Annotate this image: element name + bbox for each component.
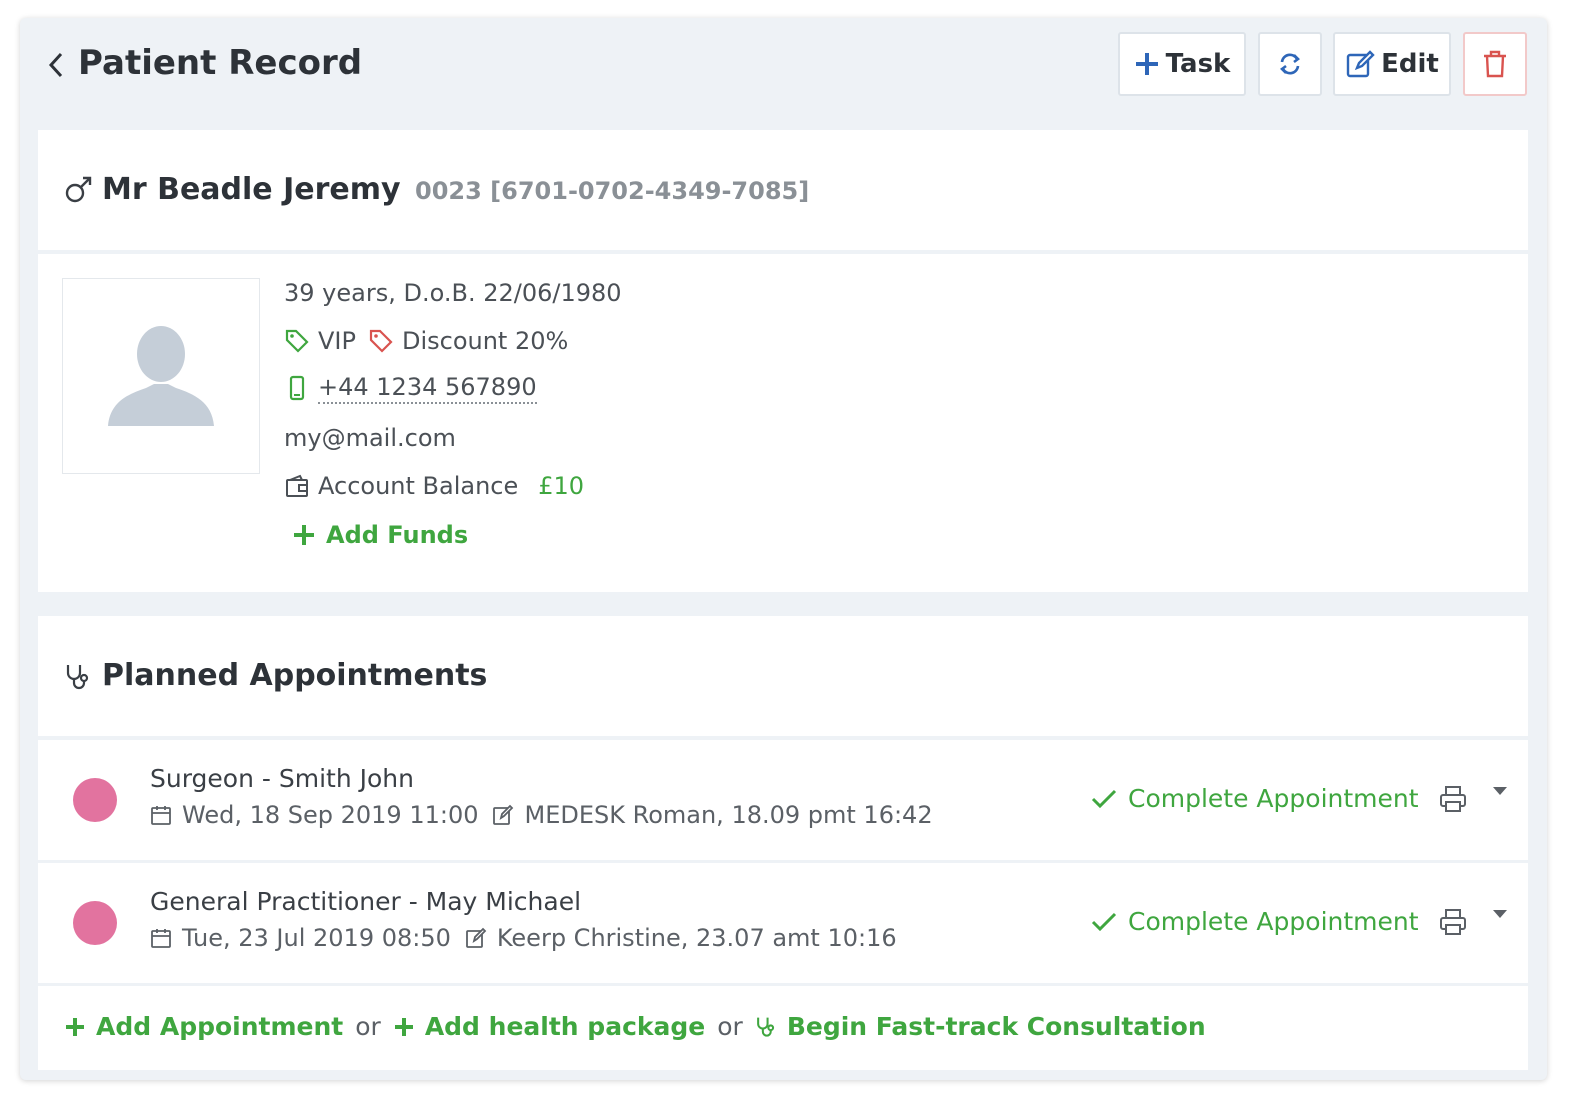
sync-button[interactable] bbox=[1258, 32, 1322, 96]
appointment-meta: Wed, 18 Sep 2019 11:00 MEDESK Roman, 18.… bbox=[150, 798, 933, 832]
appointment-title[interactable]: Surgeon - Smith John bbox=[150, 762, 414, 796]
complete-appointment-button[interactable]: Complete Appointment bbox=[1090, 782, 1419, 816]
stethoscope-icon bbox=[756, 1017, 774, 1037]
task-button-label: Task bbox=[1165, 49, 1231, 79]
plus-icon bbox=[1135, 53, 1158, 75]
status-dot bbox=[73, 901, 117, 945]
patient-name: Mr Beadle Jeremy bbox=[102, 172, 401, 207]
age-dob: 39 years, D.o.B. 22/06/1980 bbox=[284, 279, 622, 307]
edit-icon bbox=[465, 927, 487, 948]
appointment-row: Surgeon - Smith John Wed, 18 Sep 2019 11… bbox=[38, 740, 1528, 860]
phone-link[interactable]: +44 1234 567890 bbox=[318, 372, 537, 404]
check-icon bbox=[1091, 912, 1117, 932]
complete-label: Complete Appointment bbox=[1128, 784, 1419, 813]
balance-amount: £10 bbox=[538, 472, 585, 500]
add-task-button[interactable]: Task bbox=[1118, 32, 1246, 96]
appointments-footer: Add Appointment or Add health package or… bbox=[38, 986, 1528, 1070]
tag-vip: VIP bbox=[318, 327, 356, 355]
appointment-row: General Practitioner - May Michael Tue, … bbox=[38, 863, 1528, 983]
appointment-note: MEDESK Roman, 18.09 pmt 16:42 bbox=[524, 801, 933, 829]
chevron-left-icon[interactable] bbox=[46, 50, 66, 80]
caret-down-icon[interactable] bbox=[1492, 909, 1508, 919]
appointment-meta: Tue, 23 Jul 2019 08:50 Keerp Christine, … bbox=[150, 921, 897, 955]
email: my@mail.com bbox=[284, 424, 456, 452]
add-health-package-link[interactable]: Add health package bbox=[393, 1008, 705, 1046]
phone-line: +44 1234 567890 bbox=[284, 372, 537, 404]
balance-label: Account Balance bbox=[318, 472, 519, 500]
mobile-phone-icon bbox=[289, 375, 305, 401]
delete-button[interactable] bbox=[1463, 32, 1527, 96]
account-balance: Account Balance £10 bbox=[284, 469, 584, 503]
printer-icon[interactable] bbox=[1438, 907, 1468, 937]
footer-actions: Add Appointment or Add health package or… bbox=[64, 1008, 1206, 1046]
plus-icon bbox=[66, 1018, 84, 1036]
complete-appointment-button[interactable]: Complete Appointment bbox=[1090, 905, 1419, 939]
tag-icon bbox=[369, 329, 393, 353]
plus-icon bbox=[394, 1018, 413, 1036]
appointment-note: Keerp Christine, 23.07 amt 10:16 bbox=[496, 924, 897, 952]
or-separator: or bbox=[355, 1012, 381, 1041]
patient-ids: 0023 [6701-0702-4349-7085] bbox=[415, 177, 810, 205]
plus-icon bbox=[294, 525, 314, 545]
patient-header-card: Mr Beadle Jeremy 0023 [6701-0702-4349-70… bbox=[38, 130, 1528, 250]
user-silhouette-icon bbox=[108, 326, 214, 426]
male-icon bbox=[65, 176, 92, 203]
printer-icon[interactable] bbox=[1438, 784, 1468, 814]
complete-label: Complete Appointment bbox=[1128, 907, 1419, 936]
avatar bbox=[62, 278, 260, 474]
appointment-datetime: Wed, 18 Sep 2019 11:00 bbox=[182, 801, 479, 829]
appointment-title[interactable]: General Practitioner - May Michael bbox=[150, 885, 581, 919]
calendar-icon bbox=[151, 929, 171, 948]
appointments-header-card: Planned Appointments bbox=[38, 616, 1528, 736]
edit-icon bbox=[493, 804, 514, 825]
tag-icon bbox=[285, 329, 309, 353]
patient-name-line: Mr Beadle Jeremy 0023 [6701-0702-4349-70… bbox=[102, 170, 809, 211]
stethoscope-icon bbox=[66, 665, 89, 690]
check-icon bbox=[1091, 789, 1117, 809]
patient-details-card: 39 years, D.o.B. 22/06/1980 VIP Discount… bbox=[38, 254, 1528, 592]
add-funds-link[interactable]: Add Funds bbox=[292, 518, 468, 552]
patient-tags: VIP Discount 20% bbox=[284, 324, 568, 358]
trash-icon bbox=[1484, 50, 1506, 78]
page-title: Patient Record bbox=[78, 43, 363, 83]
caret-down-icon[interactable] bbox=[1492, 786, 1508, 796]
add-health-package-label: Add health package bbox=[424, 1012, 706, 1041]
edit-button-label: Edit bbox=[1381, 49, 1439, 79]
add-appointment-label: Add Appointment bbox=[96, 1012, 344, 1041]
tag-discount: Discount 20% bbox=[401, 327, 569, 355]
status-dot bbox=[73, 778, 117, 822]
or-separator: or bbox=[717, 1012, 743, 1041]
add-funds-label: Add Funds bbox=[326, 521, 469, 549]
section-title: Planned Appointments bbox=[102, 658, 488, 693]
wallet-icon bbox=[286, 474, 308, 497]
patient-record-panel: Patient Record Task Edit Mr Beadle Jerem… bbox=[20, 18, 1547, 1080]
calendar-icon bbox=[151, 806, 171, 825]
fast-track-label: Begin Fast-track Consultation bbox=[786, 1012, 1206, 1041]
appointment-datetime: Tue, 23 Jul 2019 08:50 bbox=[182, 924, 451, 952]
edit-icon bbox=[1346, 50, 1375, 78]
add-appointment-link[interactable]: Add Appointment bbox=[64, 1008, 343, 1046]
fast-track-consultation-link[interactable]: Begin Fast-track Consultation bbox=[755, 1008, 1206, 1046]
sync-icon bbox=[1280, 53, 1300, 75]
edit-button[interactable]: Edit bbox=[1333, 32, 1451, 96]
